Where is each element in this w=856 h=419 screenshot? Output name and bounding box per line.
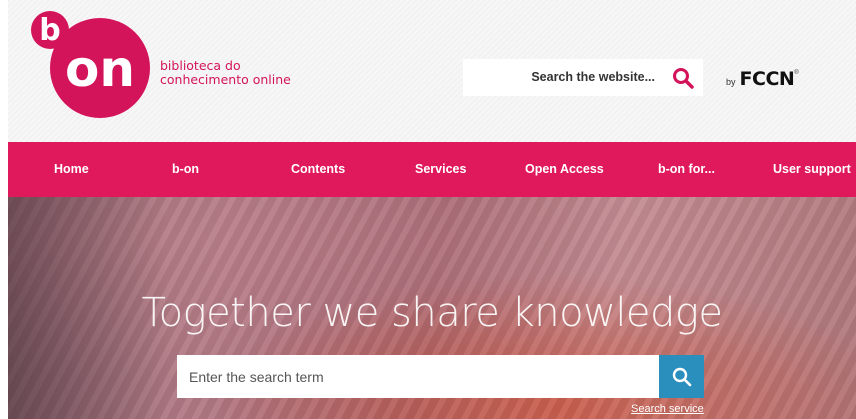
tagline-line-1: biblioteca do xyxy=(160,58,241,73)
hero-search-button[interactable] xyxy=(659,355,704,398)
hero-search-input[interactable] xyxy=(177,355,659,398)
search-service-link[interactable]: Search service xyxy=(631,403,704,415)
nav-item-contents[interactable]: Contents xyxy=(291,142,345,197)
hero-title: Together we share knowledge xyxy=(141,290,723,336)
nav-item-b-on[interactable]: b-on xyxy=(172,142,199,197)
search-icon xyxy=(673,68,694,89)
registered-mark: ® xyxy=(794,70,799,76)
main-nav: Home b-on Contents Services Open Access … xyxy=(8,142,856,197)
nav-item-b-on-for[interactable]: b-on for... xyxy=(658,142,715,197)
site-search-button[interactable] xyxy=(671,66,695,90)
site-header: b on biblioteca do conhecimento online S… xyxy=(8,0,856,142)
by-label: by xyxy=(726,77,736,87)
nav-item-services[interactable]: Services xyxy=(415,142,466,197)
nav-item-home[interactable]: Home xyxy=(54,142,89,197)
tagline-line-2: conhecimento online xyxy=(160,72,291,87)
hero-banner: Together we share knowledge Search servi… xyxy=(8,197,856,419)
nav-item-open-access[interactable]: Open Access xyxy=(525,142,604,197)
b-on-logo[interactable]: b on xyxy=(26,8,154,118)
search-icon xyxy=(672,367,691,386)
site-search[interactable]: Search the website... xyxy=(463,59,703,96)
fccn-logo: FCCN xyxy=(739,68,795,90)
nav-item-user-support[interactable]: User support xyxy=(773,142,851,197)
site-search-input[interactable]: Search the website... xyxy=(531,70,655,84)
logo-letters-on: on xyxy=(65,40,135,98)
tagline: biblioteca do conhecimento online xyxy=(160,59,291,87)
by-fccn[interactable]: by FCCN ® xyxy=(726,68,799,90)
logo-letter-b: b xyxy=(39,13,60,48)
